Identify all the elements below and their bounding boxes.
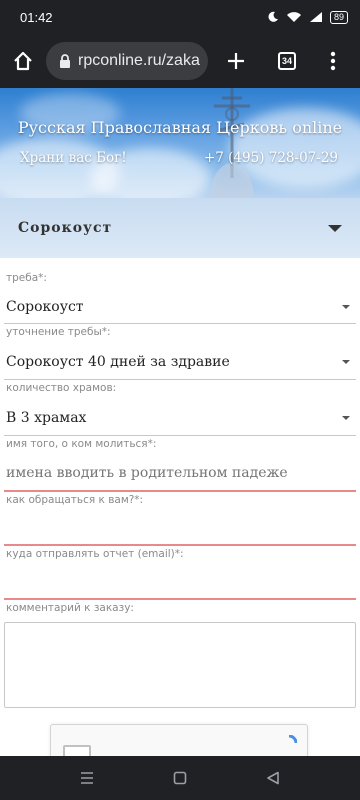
email-input[interactable] bbox=[4, 566, 356, 600]
status-bar: 01:42 89 bbox=[0, 0, 360, 34]
lock-icon bbox=[60, 54, 70, 68]
treba-value: Сорокоуст bbox=[6, 298, 84, 315]
battery-icon: 89 bbox=[329, 10, 348, 24]
church-cross-image bbox=[210, 88, 254, 198]
obrashch-label: как обращаться к вам?*: bbox=[6, 494, 144, 506]
chevron-down-icon bbox=[342, 415, 350, 420]
hramy-select[interactable]: В 3 храмах bbox=[4, 400, 356, 436]
menu-button[interactable] bbox=[310, 34, 356, 88]
utochnenie-label: уточнение требы*: bbox=[6, 326, 111, 338]
recaptcha-icon bbox=[288, 735, 297, 744]
new-tab-button[interactable] bbox=[208, 34, 264, 88]
utochnenie-select[interactable]: Сорокоуст 40 дней за здравие bbox=[4, 344, 356, 380]
imya-label: имя того, о ком молиться*: bbox=[6, 438, 157, 450]
header-banner: Русская Православная Церковь online Хран… bbox=[0, 88, 360, 198]
treba-select[interactable]: Сорокоуст bbox=[4, 290, 356, 324]
utochnenie-value: Сорокоуст 40 дней за здравие bbox=[6, 353, 230, 370]
site-title: Русская Православная Церковь online bbox=[17, 118, 343, 137]
status-time: 01:42 bbox=[20, 9, 53, 25]
banner-greeting: Храни вас Бог! bbox=[20, 150, 127, 166]
menu-lines-icon bbox=[80, 772, 93, 784]
recents-button[interactable] bbox=[67, 758, 107, 798]
treba-label: треба*: bbox=[6, 272, 47, 284]
home-nav-button[interactable] bbox=[160, 758, 200, 798]
chevron-down-icon bbox=[342, 304, 350, 309]
system-nav-bar bbox=[0, 756, 360, 800]
hramy-value: В 3 храмах bbox=[6, 409, 87, 426]
more-vert-icon bbox=[330, 51, 336, 71]
browser-toolbar: rpconline.ru/zaka 34 bbox=[0, 34, 360, 88]
email-label: куда отправлять отчет (email)*: bbox=[6, 548, 184, 560]
home-button[interactable] bbox=[0, 34, 46, 88]
back-button[interactable] bbox=[253, 758, 293, 798]
back-triangle-icon bbox=[267, 771, 280, 785]
comment-label: комментарий к заказу: bbox=[6, 602, 134, 614]
tabs-count: 34 bbox=[278, 52, 296, 70]
obrashch-input[interactable] bbox=[4, 512, 356, 546]
home-icon bbox=[14, 51, 32, 71]
moon-icon bbox=[268, 11, 278, 22]
plus-icon bbox=[228, 53, 244, 69]
tabs-button[interactable]: 34 bbox=[264, 34, 310, 88]
url-text: rpconline.ru/zaka bbox=[78, 52, 200, 69]
signal-icon bbox=[309, 12, 322, 22]
hramy-label: количество храмов: bbox=[6, 382, 117, 394]
chevron-down-icon bbox=[342, 359, 350, 364]
square-icon bbox=[173, 771, 187, 785]
banner-phone[interactable]: +7 (495) 728-07-29 bbox=[204, 150, 338, 166]
status-icons: 89 bbox=[267, 10, 348, 24]
chevron-down-icon[interactable] bbox=[328, 224, 342, 232]
section-header[interactable]: Сорокоуст bbox=[0, 198, 360, 258]
comment-textarea[interactable] bbox=[4, 622, 356, 708]
wifi-icon bbox=[286, 12, 301, 22]
imya-input[interactable] bbox=[4, 456, 356, 492]
section-title: Сорокоуст bbox=[18, 220, 113, 236]
url-bar[interactable]: rpconline.ru/zaka bbox=[46, 42, 208, 80]
